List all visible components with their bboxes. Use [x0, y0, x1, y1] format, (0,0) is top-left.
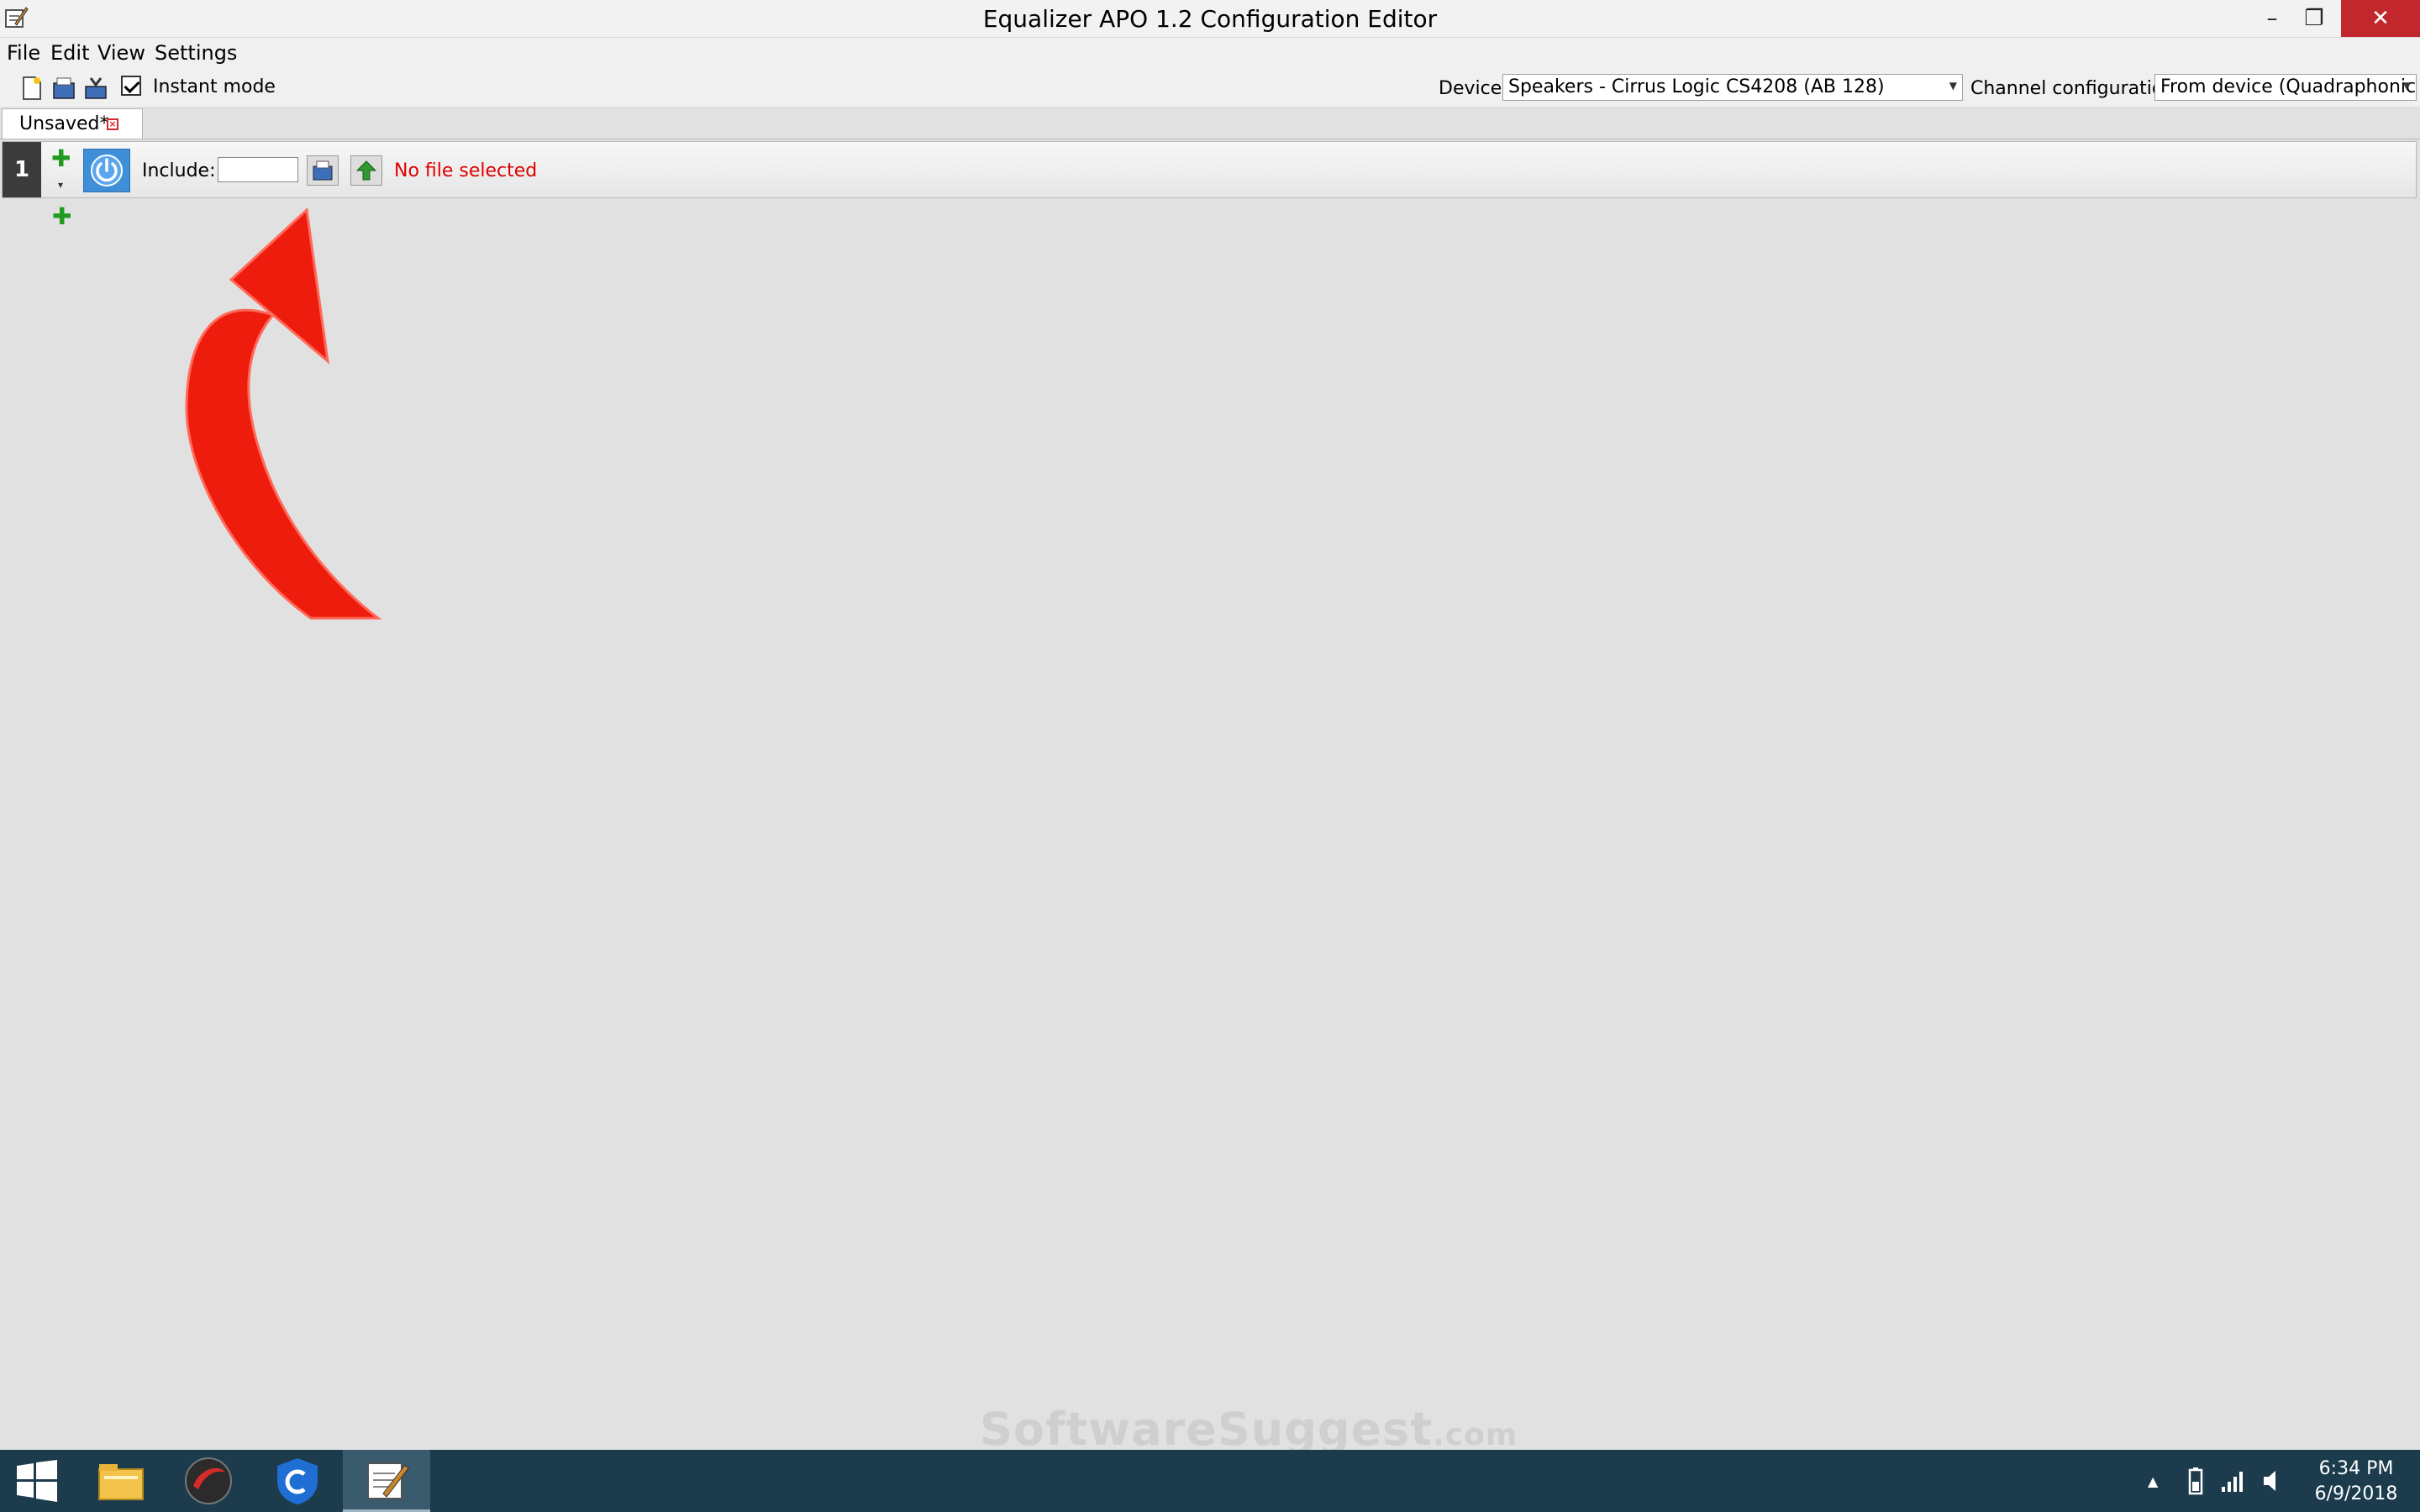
maximize-button[interactable]: ❐ — [2281, 0, 2348, 37]
menu-settings[interactable]: Settings — [150, 41, 242, 65]
clock-time: 6:34 PM — [2318, 1458, 2394, 1479]
channel-configuration-label: Channel configuration: — [1970, 78, 2181, 99]
expand-arrow-icon[interactable]: ▾ — [58, 179, 63, 191]
toolbar: Instant mode Device: Speakers - Cirrus L… — [0, 70, 2420, 108]
instant-mode-label: Instant mode — [153, 76, 276, 97]
open-included-file-button[interactable] — [350, 155, 382, 186]
taskbar-file-explorer[interactable] — [81, 1450, 161, 1512]
start-button[interactable] — [0, 1450, 74, 1512]
tab-bar: Unsaved* × — [0, 107, 2420, 139]
menu-file[interactable]: File — [2, 41, 45, 65]
volume-icon[interactable] — [2259, 1467, 2287, 1495]
channel-configuration-select[interactable]: From device (Quadraphonic) ▼ — [2154, 74, 2417, 101]
tab-unsaved[interactable]: Unsaved* × — [2, 108, 143, 139]
power-icon — [91, 155, 123, 186]
start-icon — [17, 1460, 57, 1502]
instant-mode-checkbox[interactable] — [121, 76, 141, 96]
network-icon[interactable] — [2218, 1467, 2247, 1495]
chevron-down-icon: ▼ — [1949, 80, 1957, 92]
watermark-text: SoftwareSuggest — [980, 1403, 1434, 1456]
close-button[interactable]: ✕ — [2341, 0, 2420, 37]
new-file-icon[interactable] — [18, 75, 45, 102]
taskbar-antivirus[interactable] — [168, 1450, 249, 1512]
antivirus-icon — [185, 1457, 232, 1504]
show-hidden-icons-button[interactable]: ▲ — [2148, 1473, 2158, 1489]
device-select-value: Speakers - Cirrus Logic CS4208 (AB 128) — [1508, 76, 1885, 97]
watermark-suffix: .com — [1433, 1418, 1518, 1452]
browse-file-button[interactable] — [307, 155, 339, 186]
include-path-input[interactable] — [218, 157, 298, 182]
channel-configuration-value: From device (Quadraphonic) — [2160, 76, 2417, 97]
status-text: No file selected — [394, 160, 538, 181]
device-select[interactable]: Speakers - Cirrus Logic CS4208 (AB 128) … — [1502, 74, 1963, 101]
menu-view[interactable]: View — [92, 41, 150, 65]
menu-bar: File Edit View Settings — [0, 38, 2420, 70]
taskbar: ▲ 6:34 PM 6/9/2018 — [0, 1450, 2420, 1512]
tab-close-icon[interactable]: × — [107, 118, 118, 130]
add-filter-above-icon[interactable]: ✚ — [51, 147, 71, 171]
clock[interactable]: 6:34 PM 6/9/2018 — [2297, 1457, 2415, 1507]
add-filter-icon[interactable]: ✚ — [52, 205, 71, 228]
taskbar-equalizer-editor[interactable] — [343, 1450, 430, 1512]
arrow-up-icon — [355, 160, 377, 181]
include-label: Include: — [142, 160, 216, 181]
chevron-down-icon: ▼ — [2402, 80, 2411, 92]
filter-row: 1 ✚ ▾ Include: No file selected — [2, 141, 2417, 198]
security-shield-icon — [277, 1458, 318, 1504]
clock-date: 6/9/2018 — [2314, 1483, 2398, 1504]
menu-edit[interactable]: Edit — [45, 41, 94, 65]
curved-arrow-annotation — [185, 207, 382, 620]
row-number[interactable]: 1 — [3, 142, 41, 197]
open-file-icon[interactable] — [50, 75, 77, 102]
taskbar-security[interactable] — [257, 1450, 338, 1512]
window-title: Equalizer APO 1.2 Configuration Editor — [982, 5, 1438, 33]
title-bar: Equalizer APO 1.2 Configuration Editor –… — [0, 0, 2420, 38]
editor-icon — [367, 1462, 409, 1499]
tab-label: Unsaved* — [19, 113, 109, 134]
battery-icon[interactable] — [2181, 1467, 2210, 1495]
power-toggle-button[interactable] — [83, 149, 130, 192]
save-file-icon[interactable] — [82, 75, 109, 102]
open-file-icon — [313, 160, 333, 181]
watermark: SoftwareSuggest.com — [980, 1403, 1518, 1456]
file-explorer-icon — [98, 1464, 144, 1500]
device-label: Device: — [1439, 78, 1508, 99]
